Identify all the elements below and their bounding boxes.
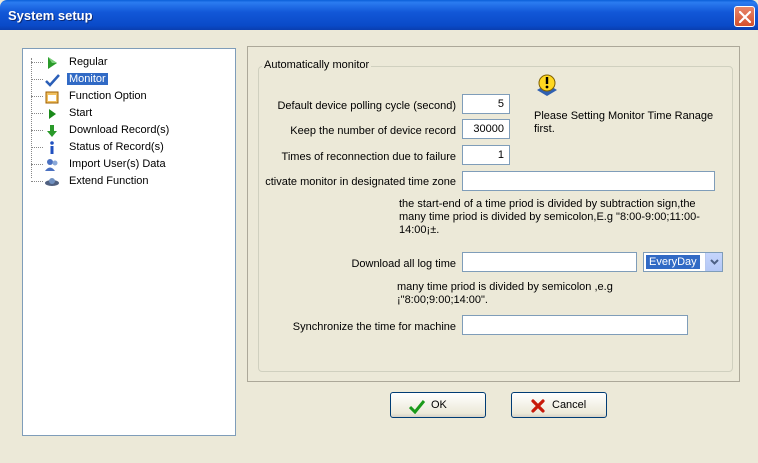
play-arrow-icon <box>48 57 57 69</box>
checkmark-icon <box>409 400 425 414</box>
activate-monitor-input[interactable] <box>462 171 715 191</box>
reconnect-times-label: Times of reconnection due to failure <box>281 151 456 163</box>
checkmark-icon <box>45 74 60 87</box>
satellite-icon <box>45 178 59 186</box>
cancel-x-icon <box>531 399 545 413</box>
download-arrow-icon <box>47 125 57 137</box>
info-icon <box>50 141 54 154</box>
cancel-label: Cancel <box>552 399 587 411</box>
sync-time-input[interactable] <box>462 315 688 335</box>
download-log-time-input[interactable] <box>462 252 637 272</box>
ok-button[interactable]: OK <box>390 392 486 418</box>
activate-monitor-note: the start-end of a time priod is divided… <box>399 198 700 236</box>
polling-cycle-label: Default device polling cycle (second) <box>277 100 456 112</box>
tree-item-extend-function[interactable]: Extend Function <box>23 174 233 190</box>
tree-item-label: Download Record(s) <box>69 124 170 136</box>
tree-item-label: Monitor <box>67 73 108 85</box>
tree-item-label: Start <box>69 107 93 119</box>
tree-item-start[interactable]: Start <box>23 106 233 122</box>
play-icon <box>49 109 56 119</box>
tree-item-function-option[interactable]: Function Option <box>23 89 233 105</box>
tree-item-import-users-data[interactable]: Import User(s) Data <box>23 157 233 173</box>
settings-tree: Regular Monitor Function Option Start Do… <box>22 48 236 436</box>
activate-monitor-label: ctivate monitor in designated time zone <box>265 176 456 188</box>
polling-cycle-input[interactable]: 5 <box>462 94 510 114</box>
dropdown-button[interactable] <box>705 253 722 271</box>
tree-item-label: Status of Record(s) <box>69 141 164 153</box>
download-frequency-value: EveryDay <box>646 255 700 269</box>
keep-records-input[interactable]: 30000 <box>462 119 510 139</box>
window-icon <box>45 91 59 104</box>
cancel-button[interactable]: Cancel <box>511 392 607 418</box>
tree-item-monitor[interactable]: Monitor <box>23 72 233 88</box>
system-setup-window: System setup Regular Monitor Function Op… <box>0 0 758 463</box>
window-title: System setup <box>8 8 93 23</box>
keep-records-label: Keep the number of device record <box>290 125 456 137</box>
chevron-down-icon <box>710 259 719 265</box>
monitor-time-hint: Please Setting Monitor Time Ranage first… <box>534 110 714 135</box>
users-icon <box>45 159 58 171</box>
warning-bulb-icon <box>537 74 557 96</box>
download-log-time-label: Download all log time <box>351 258 456 270</box>
tree-item-download-records[interactable]: Download Record(s) <box>23 123 233 139</box>
sync-time-label: Synchronize the time for machine <box>292 321 456 333</box>
tree-item-regular[interactable]: Regular <box>23 55 233 71</box>
tree-item-label: Function Option <box>69 90 147 102</box>
tree-item-label: Import User(s) Data <box>69 158 166 170</box>
tree-item-status-of-records[interactable]: Status of Record(s) <box>23 140 233 156</box>
group-title: Automatically monitor <box>262 59 372 71</box>
reconnect-times-input[interactable]: 1 <box>462 145 510 165</box>
tree-item-label: Regular <box>69 56 108 68</box>
ok-label: OK <box>431 399 447 411</box>
title-bar: System setup <box>0 0 758 30</box>
close-icon <box>739 11 751 23</box>
close-button[interactable] <box>734 6 755 27</box>
download-frequency-select[interactable]: EveryDay <box>643 252 723 272</box>
tree-item-label: Extend Function <box>69 175 149 187</box>
download-log-time-note: many time priod is divided by semicolon … <box>397 281 613 306</box>
